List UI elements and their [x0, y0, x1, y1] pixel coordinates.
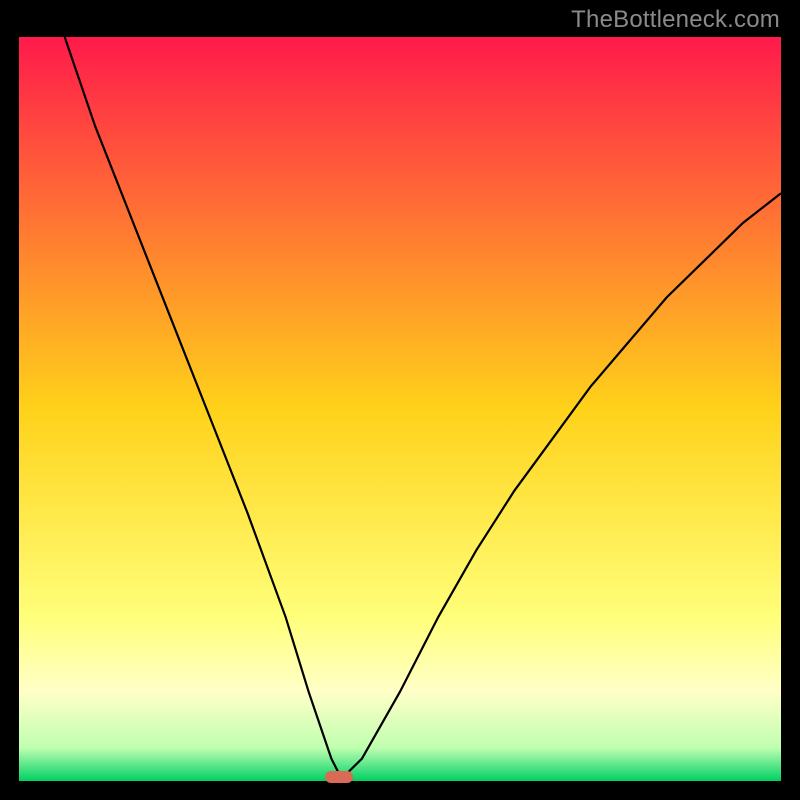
chart-svg	[19, 37, 781, 781]
watermark-text: TheBottleneck.com	[571, 6, 780, 34]
plot-area	[19, 37, 781, 781]
bottleneck-marker	[325, 771, 353, 783]
gradient-background	[19, 37, 781, 781]
chart-frame	[15, 33, 785, 785]
